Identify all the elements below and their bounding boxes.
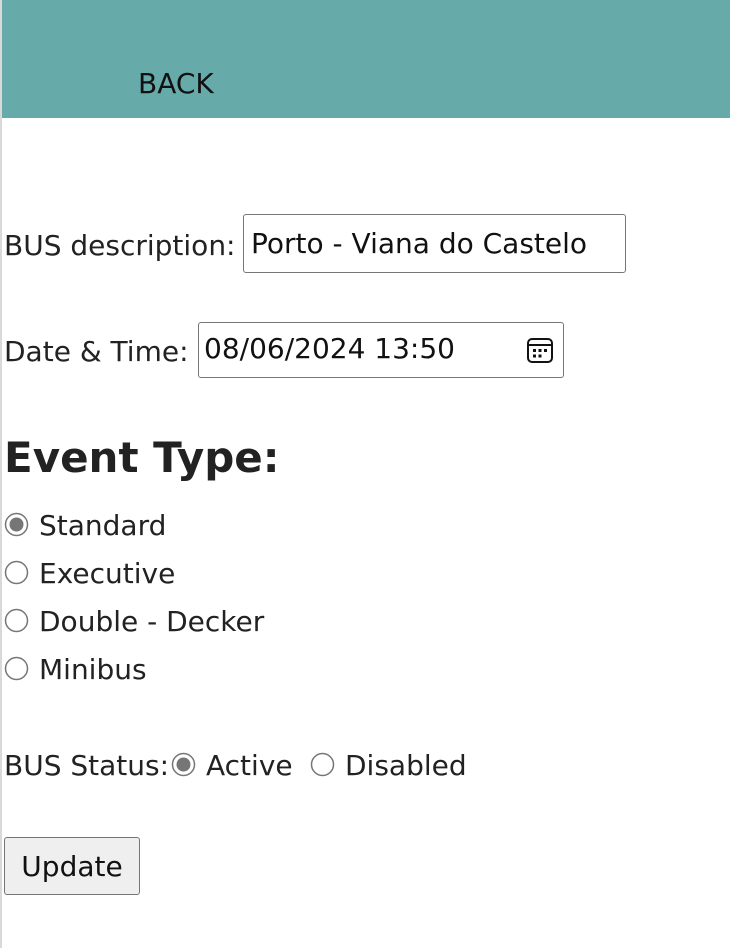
radio-double-decker[interactable] xyxy=(4,608,29,633)
bus-description-label: BUS description: xyxy=(4,229,236,262)
radio-label-minibus[interactable]: Minibus xyxy=(39,650,147,690)
radio-label-active[interactable]: Active xyxy=(206,746,293,786)
datetime-label: Date & Time: xyxy=(4,335,189,368)
radio-label-standard[interactable]: Standard xyxy=(39,506,166,546)
bus-description-input[interactable] xyxy=(243,214,626,273)
event-type-heading: Event Type: xyxy=(4,433,280,482)
top-bar: BACK xyxy=(2,0,730,118)
page: BACK BUS description: Date & Time: 08/06… xyxy=(0,0,730,948)
datetime-input[interactable]: 08/06/2024 13:50 xyxy=(198,322,564,378)
radio-minibus[interactable] xyxy=(4,656,29,681)
radio-executive[interactable] xyxy=(4,560,29,585)
datetime-value: 08/06/2024 13:50 xyxy=(204,332,455,365)
radio-standard[interactable] xyxy=(4,512,29,537)
radio-label-double-decker[interactable]: Double - Decker xyxy=(39,602,264,642)
bus-status-label: BUS Status: xyxy=(4,749,170,782)
calendar-icon[interactable] xyxy=(525,335,555,365)
update-button[interactable]: Update xyxy=(4,837,140,895)
radio-label-disabled[interactable]: Disabled xyxy=(345,746,467,786)
radio-label-executive[interactable]: Executive xyxy=(39,554,175,594)
radio-active[interactable] xyxy=(171,752,196,777)
back-link[interactable]: BACK xyxy=(138,64,214,104)
radio-disabled[interactable] xyxy=(310,752,335,777)
